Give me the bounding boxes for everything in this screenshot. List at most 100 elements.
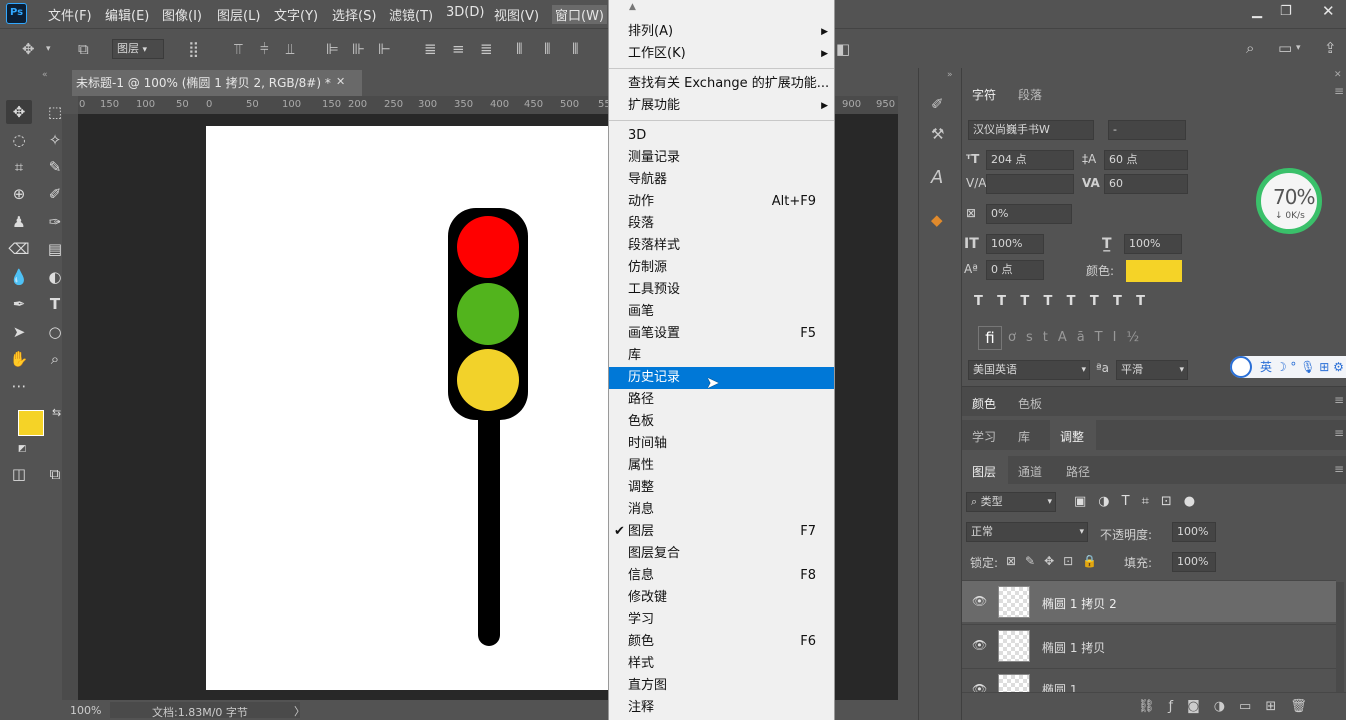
visibility-eye-icon[interactable]: 👁: [972, 638, 987, 652]
font-style-select[interactable]: -: [1108, 120, 1186, 140]
close-tab-icon[interactable]: ✕: [336, 75, 345, 88]
window-menu-item[interactable]: 扩展功能 ▶: [609, 95, 834, 117]
search-icon[interactable]: ⌕: [1246, 40, 1254, 56]
text-style-buttons[interactable]: TTTTTTTT: [974, 294, 1194, 314]
character-panel-icon[interactable]: A: [931, 169, 943, 187]
window-menu-item[interactable]: 工作区(K) ▶: [609, 43, 834, 65]
visibility-eye-icon[interactable]: 👁: [972, 682, 987, 692]
menu-filter[interactable]: 滤镜(T): [389, 5, 433, 24]
antialias-select[interactable]: 平滑 ▾: [1116, 360, 1188, 380]
share-icon[interactable]: ⇪: [1324, 40, 1337, 56]
vertical-scale-field[interactable]: 100%: [986, 234, 1044, 254]
healing-icon[interactable]: ⊕: [6, 182, 32, 206]
color-panel-menu-icon[interactable]: ≡: [1334, 393, 1344, 407]
window-menu-item[interactable]: 段落样式: [609, 235, 834, 257]
tab-swatches[interactable]: 色板: [1018, 395, 1042, 412]
window-menu-item[interactable]: 属性: [609, 455, 834, 477]
distribute-left-icon[interactable]: ⦀: [516, 41, 523, 57]
close-icon[interactable]: ✕: [1322, 2, 1335, 20]
network-speed-widget[interactable]: 70% ↓ 0K/s: [1256, 168, 1322, 234]
window-menu-item[interactable]: 画笔: [609, 301, 834, 323]
window-menu-item[interactable]: 导航器: [609, 169, 834, 191]
chevron-down-icon[interactable]: ▾: [46, 41, 51, 57]
layer-row[interactable]: 👁 椭圆 1 拷贝: [962, 624, 1336, 666]
distribute-vcenter-icon[interactable]: ≡: [452, 41, 465, 57]
layer-name[interactable]: 椭圆 1 拷贝 2: [1042, 595, 1117, 612]
close-panels-icon[interactable]: ✕: [1334, 70, 1342, 80]
menu-image[interactable]: 图像(I): [162, 5, 202, 24]
auto-select-dropdown[interactable]: 图层 ▾: [112, 39, 164, 59]
path-select-icon[interactable]: ➤: [6, 320, 32, 344]
adjust-panel-icon[interactable]: ⚒: [931, 126, 944, 142]
window-menu-item[interactable]: 测量记录: [609, 147, 834, 169]
status-arrow-icon[interactable]: 〉: [294, 703, 305, 719]
window-menu-item[interactable]: 工具预设: [609, 279, 834, 301]
lasso-icon[interactable]: ◌: [6, 128, 32, 152]
window-menu-item[interactable]: 色板: [609, 411, 834, 433]
tab-paragraph[interactable]: 段落: [1018, 86, 1042, 103]
align-right-icon[interactable]: ⊩: [378, 41, 391, 57]
window-menu-item[interactable]: 学习: [609, 609, 834, 631]
layer-filter-select[interactable]: ⌕ 类型 ▾: [966, 492, 1056, 512]
window-menu-item[interactable]: 注释: [609, 697, 834, 719]
layer-row[interactable]: 👁 椭圆 1: [962, 668, 1336, 692]
window-menu-item[interactable]: 画笔设置 F5: [609, 323, 834, 345]
distribute-hcenter-icon[interactable]: ⦀: [544, 41, 551, 57]
align-top-icon[interactable]: ⫪: [234, 41, 242, 57]
window-menu-item[interactable]: 调整: [609, 477, 834, 499]
kerning-field[interactable]: [986, 174, 1074, 194]
quick-mask-icon[interactable]: ◫: [6, 462, 32, 486]
transform-controls-icon[interactable]: ⣿: [188, 41, 199, 57]
window-menu-item[interactable]: 排列(A) ▶: [609, 21, 834, 43]
blur-icon[interactable]: 💧: [6, 265, 32, 289]
collapse-toolbox-icon[interactable]: «: [42, 70, 48, 80]
ligature-button[interactable]: fi: [978, 326, 1002, 350]
align-bottom-icon[interactable]: ⫫: [286, 41, 294, 57]
menu-view[interactable]: 视图(V): [494, 5, 539, 24]
window-menu-item[interactable]: 查找有关 Exchange 的扩展功能...: [609, 73, 834, 95]
more-tools-icon[interactable]: ⋯: [6, 374, 32, 398]
pen-icon[interactable]: ✒: [6, 292, 32, 316]
tsume-field[interactable]: 0%: [986, 204, 1072, 224]
font-family-select[interactable]: 汉仪尚巍手书W: [968, 120, 1094, 140]
opacity-field[interactable]: 100%: [1172, 522, 1216, 542]
3d-mode-icon[interactable]: ◧: [836, 41, 850, 57]
tab-channels[interactable]: 通道: [1018, 463, 1042, 480]
window-menu-item[interactable]: ✔ 图层 F7: [609, 521, 834, 543]
window-menu-item[interactable]: 动作 Alt+F9: [609, 191, 834, 213]
window-menu-item[interactable]: 路径: [609, 389, 834, 411]
window-menu-item[interactable]: 信息 F8: [609, 565, 834, 587]
tracking-field[interactable]: 60: [1104, 174, 1188, 194]
layers-panel-menu-icon[interactable]: ≡: [1334, 462, 1344, 476]
layer-name[interactable]: 椭圆 1 拷贝: [1042, 639, 1105, 656]
layers-stack-icon[interactable]: ⧉: [78, 41, 89, 57]
align-left-icon[interactable]: ⊫: [326, 41, 339, 57]
window-menu-item[interactable]: 样式: [609, 653, 834, 675]
panel-menu-icon[interactable]: ≡: [1334, 84, 1344, 98]
blend-mode-select[interactable]: 正常 ▾: [966, 522, 1088, 542]
menu-edit[interactable]: 编辑(E): [105, 5, 149, 24]
distribute-top-icon[interactable]: ≣: [424, 41, 437, 57]
layer-row-selected[interactable]: 👁 椭圆 1 拷贝 2: [962, 580, 1336, 622]
opentype-buttons[interactable]: ơstAāTI½: [1008, 330, 1188, 350]
baseline-shift-field[interactable]: 0 点: [986, 260, 1044, 280]
tab-libraries[interactable]: 库: [1018, 428, 1030, 445]
layer-name[interactable]: 椭圆 1: [1042, 681, 1077, 692]
tab-paths[interactable]: 路径: [1066, 463, 1090, 480]
fill-field[interactable]: 100%: [1172, 552, 1216, 572]
text-color-swatch[interactable]: [1126, 260, 1182, 282]
distribute-bottom-icon[interactable]: ≣: [480, 41, 493, 57]
layer-action-icons[interactable]: ⛓ƒ◙◑▭⊞🗑: [1138, 699, 1321, 714]
collapse-panels-icon[interactable]: »: [947, 70, 953, 80]
move-tool-icon[interactable]: ✥: [22, 41, 35, 57]
restore-icon[interactable]: ❐: [1280, 4, 1292, 19]
menu-select[interactable]: 选择(S): [332, 5, 376, 24]
menu-3d[interactable]: 3D(D): [446, 5, 484, 20]
window-menu-item[interactable]: 库: [609, 345, 834, 367]
swap-colors-icon[interactable]: ⇆: [52, 406, 61, 419]
zoom-level[interactable]: 100%: [70, 704, 101, 717]
crop-icon[interactable]: ⌗: [6, 155, 32, 179]
window-menu-item[interactable]: 时间轴: [609, 433, 834, 455]
foreground-color-swatch[interactable]: [18, 410, 44, 436]
hand-icon[interactable]: ✋: [6, 347, 32, 371]
